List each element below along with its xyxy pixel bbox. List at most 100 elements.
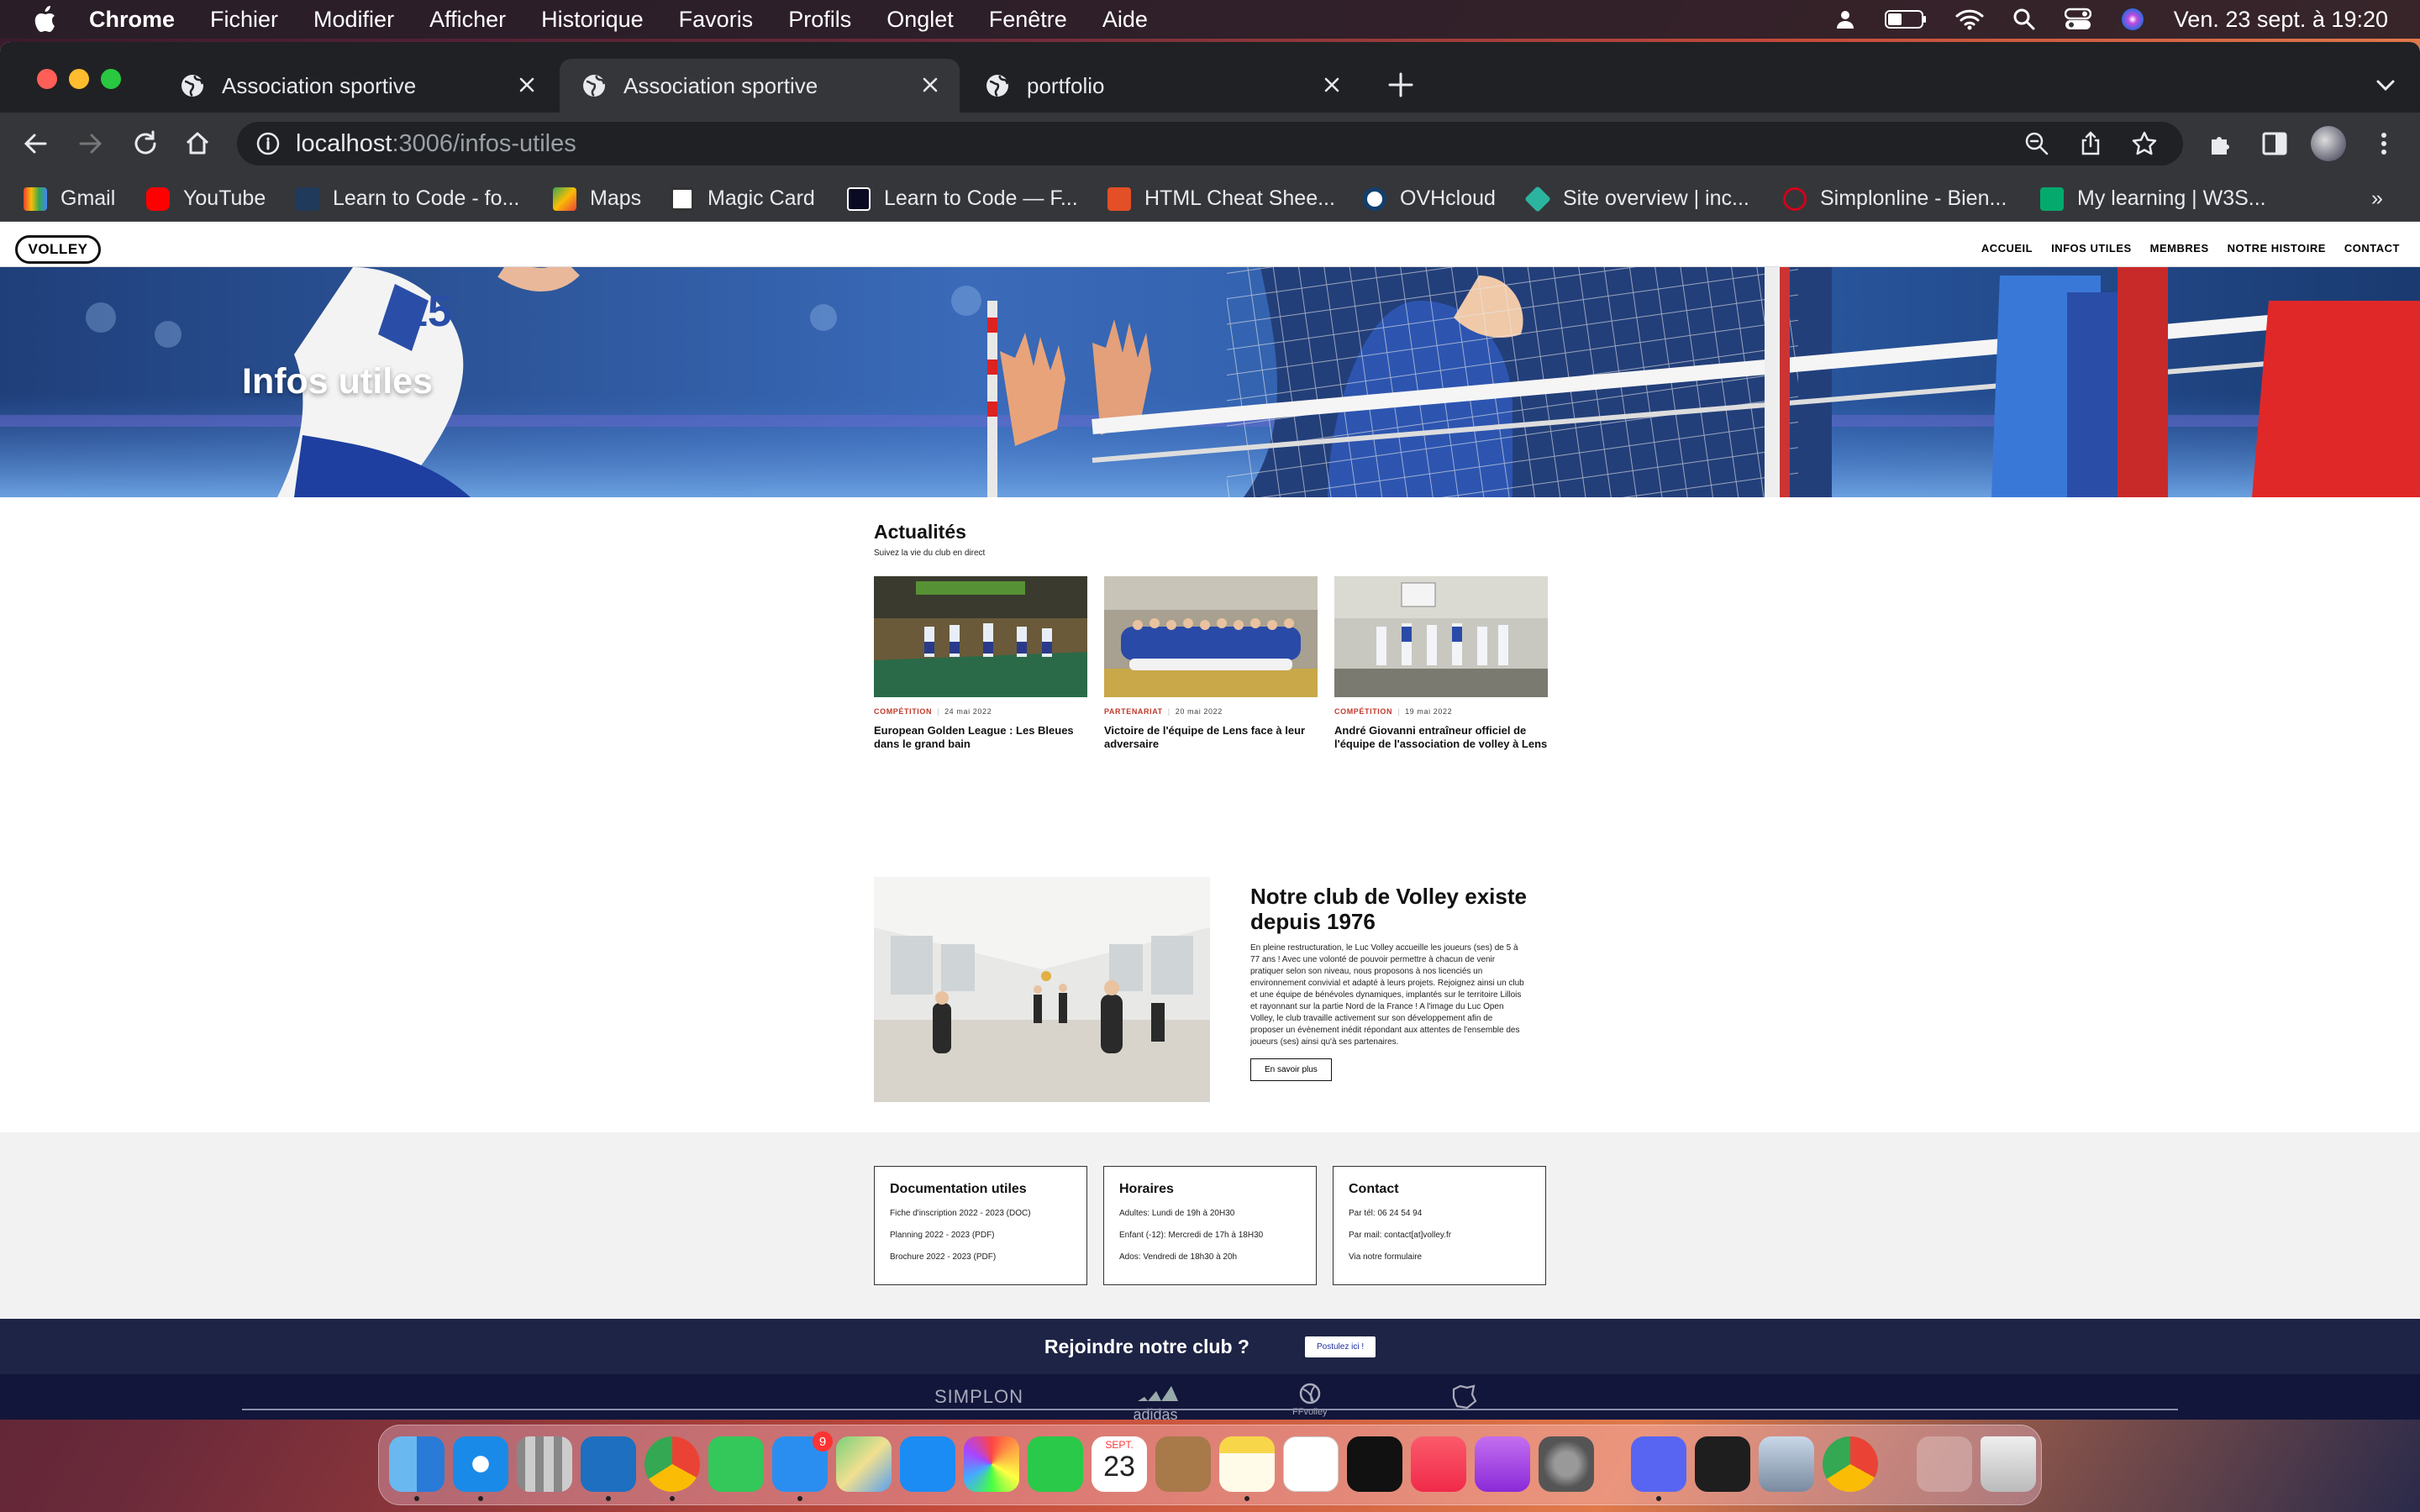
news-card-title[interactable]: André Giovanni entraîneur officiel de l'… [1334,724,1548,751]
profile-avatar[interactable] [2311,126,2346,161]
trash-icon[interactable] [1981,1436,2036,1492]
menu-aide[interactable]: Aide [1102,7,1148,33]
more-vertical-icon[interactable] [2370,129,2398,158]
control-center-icon[interactable] [2064,8,2091,31]
home-icon[interactable] [183,129,212,158]
downloads-stack-icon[interactable] [1917,1436,1972,1492]
apply-button[interactable]: Postulez ici ! [1304,1336,1376,1357]
bookmark-maps[interactable]: Maps [553,186,641,211]
news-card[interactable]: PARTENARIAT | 20 mai 2022 Victoire de l'éq… [1104,576,1318,751]
bookmark-w3schools[interactable]: My learning | W3S... [2040,186,2266,211]
tab-association-sportive-1[interactable]: Association sportive [158,59,556,113]
side-panel-icon[interactable] [2260,129,2289,158]
bookmark-site-overview[interactable]: Site overview | inc... [1524,185,1749,213]
siri-icon[interactable] [2120,7,2145,32]
chevron-down-icon[interactable] [2375,74,2396,96]
bookmark-gmail[interactable]: Gmail [24,186,115,211]
discord-icon[interactable] [1631,1436,1686,1492]
sponsor-ffvolley[interactable]: FFvolley [1292,1383,1328,1417]
tab-association-sportive-2[interactable]: Association sportive [560,59,960,113]
notes-icon[interactable] [1219,1436,1275,1492]
zoom-out-icon[interactable] [2023,130,2050,157]
battery-icon[interactable] [1884,8,1927,30]
menu-onglet[interactable]: Onglet [886,7,954,33]
finder-icon[interactable] [389,1436,445,1492]
bookmark-youtube[interactable]: YouTube [146,186,266,211]
learn-more-button[interactable]: En savoir plus [1250,1058,1332,1081]
user-icon[interactable] [1834,8,1856,30]
share-icon[interactable] [2077,130,2104,157]
info-icon[interactable] [255,131,281,156]
zoom-window-button[interactable] [101,69,121,89]
menu-afficher[interactable]: Afficher [429,7,506,33]
nav-accueil[interactable]: ACCUEIL [1981,242,2033,255]
news-card-image[interactable] [874,576,1087,697]
forward-arrow-icon[interactable] [76,129,104,158]
calendar-icon[interactable]: SEPT. 23 [1092,1436,1147,1492]
menu-app-name[interactable]: Chrome [89,7,175,33]
news-card-image[interactable] [1334,576,1548,697]
news-card-image[interactable] [1104,576,1318,697]
nav-membres[interactable]: MEMBRES [2150,242,2209,255]
sponsor-adidas[interactable]: adidas [1126,1381,1185,1420]
close-tab-icon[interactable] [919,74,941,96]
doc-link-brochure[interactable]: Brochure 2022 - 2023 (PDF) [890,1252,1071,1262]
tab-portfolio[interactable]: portfolio [963,59,1361,113]
news-card[interactable]: COMPÉTITION | 24 mai 2022 European Golden … [874,576,1087,751]
mail-icon[interactable]: 9 [772,1431,833,1492]
app-store-icon[interactable] [900,1436,955,1492]
bookmarks-overflow[interactable]: » [2371,186,2383,211]
sponsor-simplon[interactable]: SIMPLON [934,1386,1023,1408]
chrome-icon[interactable] [644,1436,700,1492]
contact-form-link[interactable]: Via notre formulaire [1349,1252,1530,1262]
apple-logo-icon[interactable] [32,5,57,34]
reload-icon[interactable] [131,129,160,158]
menu-historique[interactable]: Historique [541,7,644,33]
site-logo[interactable]: VOLLEY [15,235,101,264]
spotlight-search-icon[interactable] [2012,8,2036,31]
contacts-icon[interactable] [1155,1436,1211,1492]
minimize-window-button[interactable] [69,69,89,89]
apple-tv-icon[interactable] [1347,1436,1402,1492]
messages-icon[interactable] [708,1436,764,1492]
chrome-app-icon[interactable] [1823,1436,1878,1492]
figma-icon[interactable] [1695,1436,1750,1492]
nav-notre-histoire[interactable]: NOTRE HISTOIRE [2228,242,2326,255]
close-tab-icon[interactable] [516,74,538,96]
reminders-icon[interactable] [1283,1436,1339,1492]
close-tab-icon[interactable] [1321,74,1343,96]
news-card-title[interactable]: European Golden League : Les Bleues dans… [874,724,1087,751]
menu-fichier[interactable]: Fichier [210,7,278,33]
close-window-button[interactable] [37,69,57,89]
menu-fenetre[interactable]: Fenêtre [989,7,1067,33]
doc-link-planning[interactable]: Planning 2022 - 2023 (PDF) [890,1231,1071,1240]
news-card-title[interactable]: Victoire de l'équipe de Lens face à leur… [1104,724,1318,751]
address-bar[interactable]: localhost:3006/infos-utiles [237,122,2183,165]
extensions-puzzle-icon[interactable] [2207,129,2235,158]
safari-icon[interactable] [453,1436,508,1492]
launchpad-icon[interactable] [517,1436,572,1492]
news-card[interactable]: COMPÉTITION | 19 mai 2022 André Giovanni e… [1334,576,1548,751]
maps-app-icon[interactable] [836,1436,892,1492]
nav-infos-utiles[interactable]: INFOS UTILES [2051,242,2132,255]
bookmark-html-cheat-sheet[interactable]: HTML Cheat Shee... [1107,186,1335,211]
bookmark-magic-card[interactable]: Magic Card [671,186,815,211]
menu-profils[interactable]: Profils [788,7,851,33]
menu-modifier[interactable]: Modifier [313,7,394,33]
system-preferences-icon[interactable] [1539,1436,1594,1492]
doc-link-inscription[interactable]: Fiche d'inscription 2022 - 2023 (DOC) [890,1209,1071,1218]
facetime-icon[interactable] [1028,1436,1083,1492]
nav-contact[interactable]: CONTACT [2344,242,2400,255]
menu-favoris[interactable]: Favoris [679,7,754,33]
bookmark-star-icon[interactable] [2131,130,2158,157]
back-arrow-icon[interactable] [22,129,50,158]
bookmark-learn-to-code-1[interactable]: Learn to Code - fo... [296,186,519,211]
vscode-icon[interactable] [581,1436,636,1492]
podcasts-icon[interactable] [1475,1436,1530,1492]
photos-icon[interactable] [964,1436,1019,1492]
bookmark-learn-to-code-2[interactable]: Learn to Code — F... [847,186,1078,211]
sponsor-region[interactable] [1449,1383,1479,1416]
menubar-clock[interactable]: Ven. 23 sept. à 19:20 [2174,7,2388,33]
new-tab-icon[interactable] [1386,71,1415,99]
wifi-icon[interactable] [1955,8,1984,30]
